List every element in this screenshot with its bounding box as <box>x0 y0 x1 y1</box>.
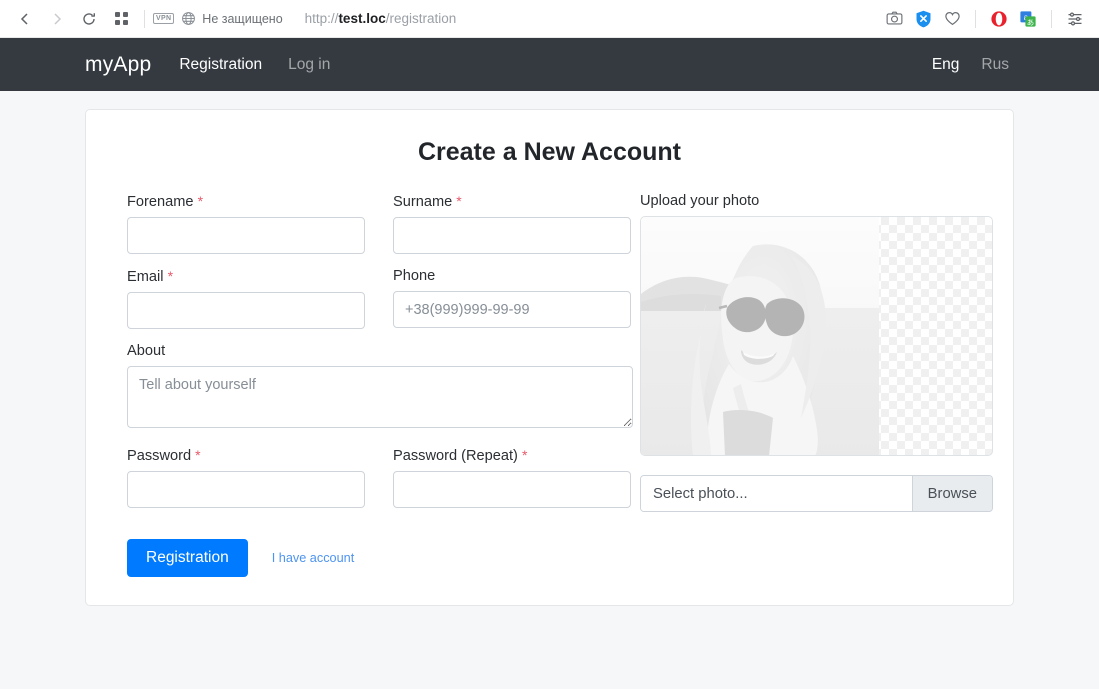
password-repeat-label: Password (Repeat) * <box>393 447 631 464</box>
about-field-group: About <box>127 343 633 433</box>
password-repeat-input[interactable] <box>393 471 631 508</box>
settings-divider <box>1051 9 1052 28</box>
reload-icon[interactable] <box>74 4 104 34</box>
url-path: /registration <box>385 11 457 26</box>
password-repeat-label-text: Password (Repeat) <box>393 448 518 464</box>
navigation-buttons <box>10 4 136 34</box>
password-repeat-field-group: Password (Repeat) * <box>393 447 631 508</box>
password-row: Password * Password (Repeat) * <box>127 447 638 522</box>
selected-file-name[interactable]: Select photo... <box>641 476 912 511</box>
brand-logo[interactable]: myApp <box>85 53 151 77</box>
registration-submit-button[interactable]: Registration <box>127 539 248 577</box>
page-content: Create a New Account Forename * Surname … <box>0 91 1099 606</box>
extensions-divider <box>975 9 976 28</box>
form-right-column: Upload your photo Select photo... Browse <box>638 193 993 577</box>
required-marker: * <box>521 447 528 463</box>
surname-label-text: Surname <box>393 194 453 210</box>
surname-field-group: Surname * <box>393 193 631 254</box>
photo-preview[interactable] <box>640 216 993 456</box>
toolbar-divider <box>144 9 145 28</box>
required-marker: * <box>167 268 174 284</box>
password-input[interactable] <box>127 471 365 508</box>
screenshot-camera-icon[interactable] <box>880 5 908 33</box>
email-field-group: Email * <box>127 268 365 329</box>
email-label-text: Email <box>127 269 164 285</box>
phone-input[interactable] <box>393 291 631 328</box>
required-marker: * <box>195 447 201 463</box>
password-field-group: Password * <box>127 447 365 508</box>
password-label-text: Password <box>127 448 192 464</box>
translator-icon[interactable]: a あ <box>1014 5 1042 33</box>
url-host: test.loc <box>338 11 386 26</box>
lang-link-rus[interactable]: Rus <box>981 56 1009 74</box>
easy-settings-icon[interactable] <box>1061 5 1089 33</box>
form-actions: Registration I have account <box>127 539 638 577</box>
i-have-account-link[interactable]: I have account <box>272 551 355 565</box>
nav-links: Registration Log in <box>179 56 330 74</box>
surname-input[interactable] <box>393 217 631 254</box>
grid-tiles-icon[interactable] <box>106 4 136 34</box>
email-input[interactable] <box>127 292 365 329</box>
required-marker: * <box>456 193 462 209</box>
name-row: Forename * Surname * <box>127 193 638 268</box>
browser-extensions: a あ <box>880 0 1089 37</box>
forward-arrow-icon[interactable] <box>42 4 72 34</box>
forename-field-group: Forename * <box>127 193 365 254</box>
url-scheme: http:// <box>304 11 339 26</box>
back-arrow-icon[interactable] <box>10 4 40 34</box>
form-left-column: Forename * Surname * Email * Phone +38(9… <box>106 193 638 577</box>
heart-favorite-icon[interactable] <box>938 5 966 33</box>
forename-label: Forename * <box>127 193 365 210</box>
globe-icon[interactable] <box>181 11 196 26</box>
forename-label-text: Forename <box>127 194 194 210</box>
page-title: Create a New Account <box>417 138 682 166</box>
svg-text:あ: あ <box>1027 18 1034 27</box>
surname-label: Surname * <box>393 193 631 210</box>
required-marker: * <box>197 193 204 209</box>
nav-link-login[interactable]: Log in <box>288 56 330 74</box>
forename-input[interactable] <box>127 217 365 254</box>
about-textarea[interactable] <box>127 366 633 428</box>
upload-photo-label: Upload your photo <box>640 193 760 209</box>
address-bar-url[interactable]: http://test.loc/registration <box>305 11 457 26</box>
about-label: About <box>127 343 166 359</box>
contact-row: Email * Phone <box>127 268 638 343</box>
registration-form: Forename * Surname * Email * Phone +38(9… <box>106 193 993 577</box>
security-status-text: Не защищено <box>202 11 283 26</box>
browser-toolbar: VPN Не защищено http://test.loc/registra… <box>0 0 1099 38</box>
registration-card: Create a New Account Forename * Surname … <box>85 109 1014 606</box>
email-label: Email * <box>127 268 365 285</box>
password-label: Password * <box>127 447 365 464</box>
lang-link-eng[interactable]: Eng <box>932 56 960 74</box>
browse-button[interactable]: Browse <box>911 476 992 511</box>
opera-vpn-icon[interactable] <box>985 5 1013 33</box>
file-upload-row: Select photo... Browse <box>640 475 993 512</box>
language-switcher: Eng Rus <box>932 56 1009 74</box>
phone-label: Phone <box>393 268 436 284</box>
phone-field-group: Phone <box>393 268 631 329</box>
nav-link-registration[interactable]: Registration <box>179 56 262 74</box>
uploaded-photo-image <box>641 217 879 455</box>
adguard-shield-icon[interactable] <box>909 5 937 33</box>
vpn-badge[interactable]: VPN <box>153 13 175 24</box>
app-navbar: myApp Registration Log in Eng Rus <box>0 38 1099 91</box>
